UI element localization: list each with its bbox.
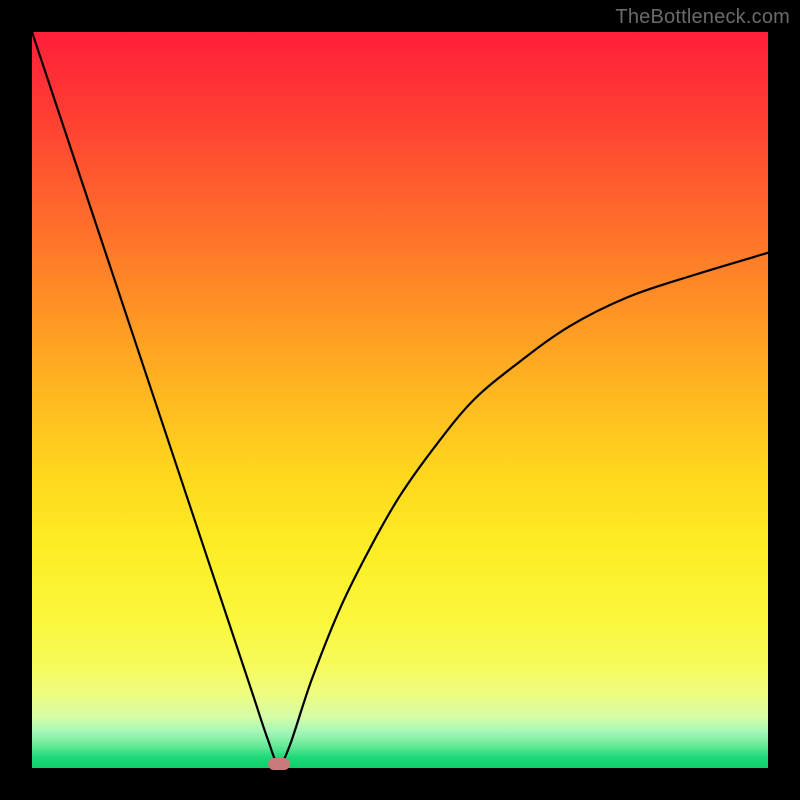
curve-path xyxy=(32,32,768,764)
chart-frame: TheBottleneck.com xyxy=(0,0,800,800)
bottleneck-curve xyxy=(32,32,768,768)
watermark-text: TheBottleneck.com xyxy=(615,6,790,29)
plot-area xyxy=(32,32,768,768)
